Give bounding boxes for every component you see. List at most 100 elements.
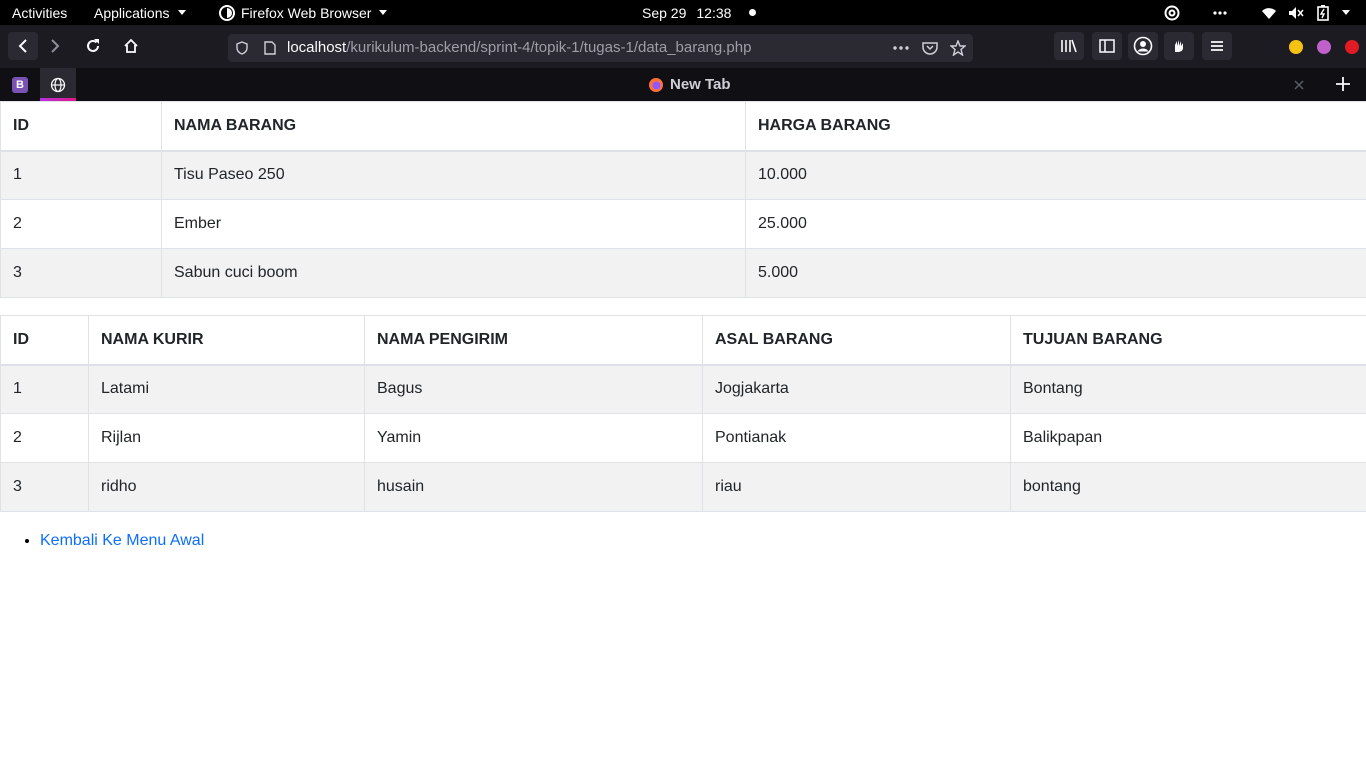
cell-tujuan-barang: Balikpapan: [1010, 413, 1366, 463]
col-header-asal-barang: ASAL BARANG: [702, 315, 1011, 366]
bootstrap-icon: B: [12, 76, 28, 93]
home-button[interactable]: [116, 32, 146, 60]
cell-tujuan-barang: Bontang: [1010, 364, 1366, 414]
account-button[interactable]: [1128, 32, 1158, 60]
url-bar[interactable]: localhost/kurikulum-backend/sprint-4/top…: [228, 34, 973, 62]
page-content: ID NAMA BARANG HARGA BARANG 1 Tisu Paseo…: [0, 101, 1366, 768]
table-header-row: ID NAMA BARANG HARGA BARANG: [0, 101, 1366, 152]
cell-nama-barang: Ember: [161, 199, 746, 249]
minimize-button[interactable]: [1289, 40, 1303, 54]
pinned-tab-globe[interactable]: [40, 68, 76, 101]
library-button[interactable]: [1054, 32, 1084, 60]
col-header-id: ID: [0, 315, 89, 366]
table-barang: ID NAMA BARANG HARGA BARANG 1 Tisu Paseo…: [0, 101, 1366, 298]
cell-id: 3: [0, 462, 89, 512]
cell-nama-kurir: ridho: [88, 462, 365, 512]
col-header-id: ID: [0, 101, 162, 152]
account-avatar-icon: [1133, 36, 1153, 56]
reload-button[interactable]: [78, 32, 108, 60]
globe-icon: [50, 77, 66, 92]
cell-nama-pengirim: Yamin: [364, 413, 703, 463]
sidebar-icon: [1099, 39, 1115, 53]
close-window-button[interactable]: [1345, 40, 1359, 54]
sidebar-button[interactable]: [1092, 32, 1122, 60]
url-host: localhost: [287, 39, 347, 56]
cell-id: 3: [0, 248, 162, 298]
at-sign-icon[interactable]: [1162, 0, 1182, 25]
cell-nama-pengirim: husain: [364, 462, 703, 512]
activities-label: Activities: [12, 4, 68, 21]
cell-nama-pengirim: Bagus: [364, 364, 703, 414]
bookmark-star-icon[interactable]: [948, 38, 968, 58]
system-menu-chevron-down-icon[interactable]: [1338, 0, 1352, 25]
pinned-tab-bootstrap[interactable]: B: [4, 68, 36, 101]
menu-button[interactable]: [1202, 32, 1232, 60]
table-row: 1 Latami Bagus Jogjakarta Bontang: [0, 364, 1366, 414]
url-text[interactable]: localhost/kurikulum-backend/sprint-4/top…: [287, 34, 751, 62]
wifi-icon[interactable]: [1260, 0, 1278, 25]
col-header-tujuan-barang: TUJUAN BARANG: [1010, 315, 1366, 366]
volume-muted-icon[interactable]: [1287, 0, 1305, 25]
applications-label: Applications: [94, 4, 170, 21]
pocket-icon[interactable]: [920, 38, 940, 58]
table-header-row: ID NAMA KURIR NAMA PENGIRIM ASAL BARANG …: [0, 315, 1366, 366]
back-to-menu-link[interactable]: Kembali Ke Menu Awal: [40, 532, 204, 549]
chevron-right-icon: [51, 39, 60, 53]
applications-menu[interactable]: Applications: [94, 0, 186, 25]
cell-tujuan-barang: bontang: [1010, 462, 1366, 512]
table-row: 1 Tisu Paseo 250 10.000: [0, 150, 1366, 200]
url-path: /kurikulum-backend/sprint-4/topik-1/tuga…: [346, 39, 752, 56]
cell-nama-barang: Sabun cuci boom: [161, 248, 746, 298]
chevron-left-icon: [18, 39, 27, 53]
cell-nama-kurir: Rijlan: [88, 413, 365, 463]
cell-asal-barang: Pontianak: [702, 413, 1011, 463]
activities-button[interactable]: Activities: [12, 0, 67, 25]
cell-id: 1: [0, 364, 89, 414]
page-info-icon[interactable]: [260, 38, 280, 58]
clock-date: Sep 29: [642, 4, 687, 21]
more-dots-icon[interactable]: [1210, 0, 1230, 25]
browser-toolbar: localhost/kurikulum-backend/sprint-4/top…: [0, 25, 1366, 68]
list-item: Kembali Ke Menu Awal: [40, 532, 204, 550]
app-menu[interactable]: Firefox Web Browser: [219, 0, 388, 25]
close-tab-icon[interactable]: [1292, 76, 1306, 93]
reload-icon: [87, 39, 99, 52]
cell-asal-barang: Jogjakarta: [702, 364, 1011, 414]
clock-time: 12:38: [696, 4, 732, 21]
system-top-bar: Activities Applications Firefox Web Brow…: [0, 0, 1366, 25]
table-row: 3 Sabun cuci boom 5.000: [0, 248, 1366, 298]
cell-id: 2: [0, 413, 89, 463]
notification-dot-icon: [749, 9, 757, 16]
cell-harga-barang: 10.000: [745, 150, 1366, 200]
extension-hand-icon: [1175, 40, 1183, 52]
cell-harga-barang: 25.000: [745, 199, 1366, 249]
chevron-down-icon: [379, 10, 388, 15]
table-row: 3 ridho husain riau bontang: [0, 462, 1366, 512]
home-icon: [124, 38, 138, 53]
new-tab-plus-icon[interactable]: [1334, 75, 1352, 93]
cell-id: 2: [0, 199, 162, 249]
page-actions-dots-icon[interactable]: [891, 38, 911, 58]
back-button[interactable]: [8, 32, 38, 60]
firefox-logo-icon: [649, 77, 663, 92]
tab-title: New Tab: [670, 76, 731, 93]
forward-button[interactable]: [40, 32, 70, 60]
table-row: 2 Ember 25.000: [0, 199, 1366, 249]
app-name-label: Firefox Web Browser: [241, 4, 372, 21]
tab-strip: B New Tab: [0, 68, 1366, 101]
chevron-down-icon: [177, 10, 186, 15]
tracking-shield-icon[interactable]: [232, 38, 252, 58]
maximize-button[interactable]: [1317, 40, 1331, 54]
col-header-nama-pengirim: NAMA PENGIRIM: [364, 315, 703, 366]
table-row: 2 Rijlan Yamin Pontianak Balikpapan: [0, 413, 1366, 463]
extension-button[interactable]: [1164, 32, 1194, 60]
tab-new-tab[interactable]: New Tab: [648, 68, 731, 101]
cell-nama-kurir: Latami: [88, 364, 365, 414]
cell-asal-barang: riau: [702, 462, 1011, 512]
battery-charging-icon[interactable]: [1315, 0, 1331, 25]
col-header-nama-kurir: NAMA KURIR: [88, 315, 365, 366]
clock[interactable]: Sep 29 12:38: [642, 0, 757, 25]
library-icon: [1061, 39, 1077, 53]
table-kurir: ID NAMA KURIR NAMA PENGIRIM ASAL BARANG …: [0, 315, 1366, 512]
cell-id: 1: [0, 150, 162, 200]
